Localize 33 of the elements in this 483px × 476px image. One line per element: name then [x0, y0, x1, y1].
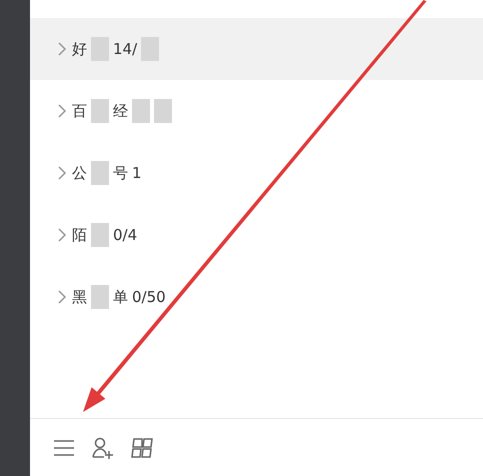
redaction-block: [91, 161, 109, 185]
group-label-text: 14/: [113, 38, 138, 60]
group-row[interactable]: 陌 0/4: [30, 204, 483, 266]
group-label-text: 0/4: [113, 224, 138, 246]
chevron-right-icon[interactable]: [56, 166, 68, 180]
group-label-text: 百: [72, 100, 87, 122]
menu-icon[interactable]: [52, 438, 76, 458]
group-label-text: 经: [113, 100, 128, 122]
grid-icon[interactable]: [130, 436, 156, 460]
redaction-block: [154, 99, 172, 123]
group-row[interactable]: 公 号 1: [30, 142, 483, 204]
chevron-right-icon[interactable]: [56, 228, 68, 242]
group-label-text: 0/50: [132, 286, 166, 308]
group-label-text: 1: [132, 162, 142, 184]
group-label-text: 号: [113, 162, 128, 184]
group-label-text: 好: [72, 38, 87, 60]
chevron-right-icon[interactable]: [56, 104, 68, 118]
group-row[interactable]: 百 经: [30, 80, 483, 142]
group-label-text: 陌: [72, 224, 87, 246]
redaction-block: [91, 285, 109, 309]
chevron-right-icon[interactable]: [56, 290, 68, 304]
group-label-text: 单: [113, 286, 128, 308]
redaction-block: [91, 99, 109, 123]
redaction-block: [141, 37, 160, 61]
chevron-right-icon[interactable]: [56, 42, 68, 56]
redaction-block: [91, 37, 109, 61]
redaction-block: [91, 223, 109, 247]
group-row[interactable]: 好 14/: [30, 18, 483, 80]
group-row[interactable]: 黑 单 0/50: [30, 266, 483, 328]
add-person-icon[interactable]: [90, 436, 116, 460]
group-label-text: 黑: [72, 286, 87, 308]
redaction-block: [132, 99, 150, 123]
group-label-text: 公: [72, 162, 87, 184]
